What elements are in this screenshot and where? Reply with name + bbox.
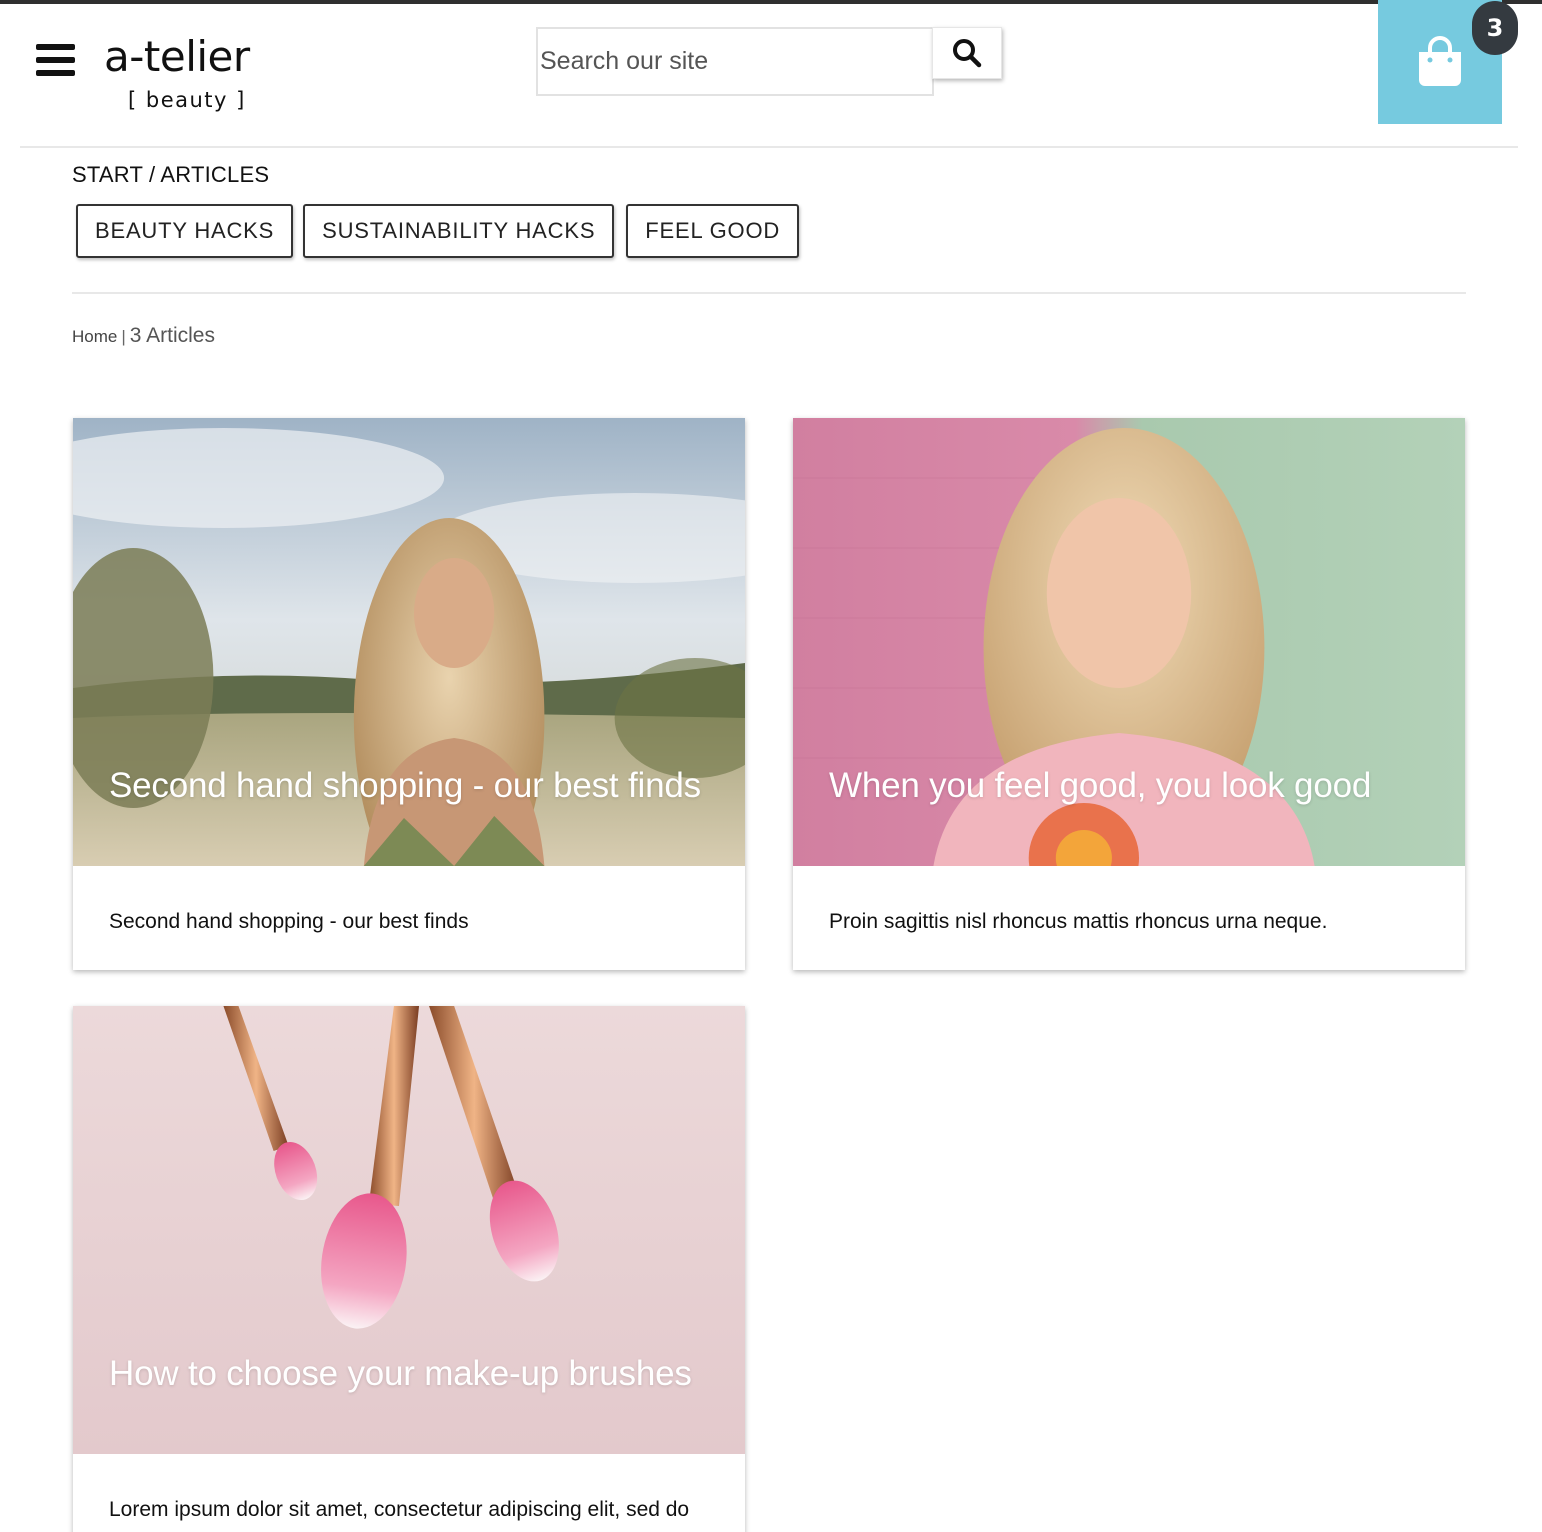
article-overlay-title: How to choose your make-up brushes bbox=[109, 1354, 692, 1393]
article-image: When you feel good, you look good bbox=[793, 418, 1465, 866]
search-button[interactable] bbox=[932, 27, 1002, 79]
article-count: 3 Articles bbox=[129, 324, 215, 347]
logo-wordmark: a-telier bbox=[104, 32, 250, 81]
shopping-bag-icon bbox=[1419, 36, 1461, 86]
breadcrumb-home-link[interactable]: Home bbox=[72, 327, 117, 347]
logo-tagline: [ beauty ] bbox=[128, 88, 246, 112]
article-excerpt: Lorem ipsum dolor sit amet, consectetur … bbox=[109, 1498, 690, 1521]
section-divider bbox=[72, 292, 1466, 294]
section-breadcrumb: START / ARTICLES bbox=[72, 162, 270, 187]
article-excerpt: Second hand shopping - our best finds bbox=[109, 910, 469, 933]
tag-sustainability-hacks[interactable]: SUSTAINABILITY HACKS bbox=[303, 204, 615, 258]
hamburger-menu-icon[interactable] bbox=[36, 44, 76, 80]
article-excerpt: Proin sagittis nisl rhoncus mattis rhonc… bbox=[829, 910, 1328, 933]
breadcrumb-separator: | bbox=[121, 327, 126, 346]
breadcrumb: Home | 3 Articles bbox=[72, 324, 215, 348]
site-logo[interactable]: a-telier [ beauty ] bbox=[104, 32, 264, 113]
article-card[interactable]: Second hand shopping - our best finds Se… bbox=[73, 418, 745, 970]
tag-beauty-hacks[interactable]: BEAUTY HACKS bbox=[76, 204, 294, 258]
search-icon bbox=[953, 39, 982, 68]
article-card[interactable]: When you feel good, you look good Proin … bbox=[793, 418, 1465, 970]
article-image: How to choose your make-up brushes bbox=[73, 1006, 745, 1454]
article-card[interactable]: How to choose your make-up brushes Lorem… bbox=[73, 1006, 745, 1532]
header-divider bbox=[20, 146, 1518, 148]
tag-feel-good[interactable]: FEEL GOOD bbox=[626, 204, 800, 258]
article-image: Second hand shopping - our best finds bbox=[73, 418, 745, 866]
article-overlay-title: When you feel good, you look good bbox=[829, 766, 1372, 805]
article-overlay-title: Second hand shopping - our best finds bbox=[109, 766, 701, 805]
category-tags: BEAUTY HACKS SUSTAINABILITY HACKS FEEL G… bbox=[76, 204, 809, 258]
site-header: a-telier [ beauty ] bbox=[0, 4, 1542, 148]
cart-count-badge: 3 bbox=[1472, 1, 1518, 55]
search-input[interactable] bbox=[536, 27, 934, 96]
